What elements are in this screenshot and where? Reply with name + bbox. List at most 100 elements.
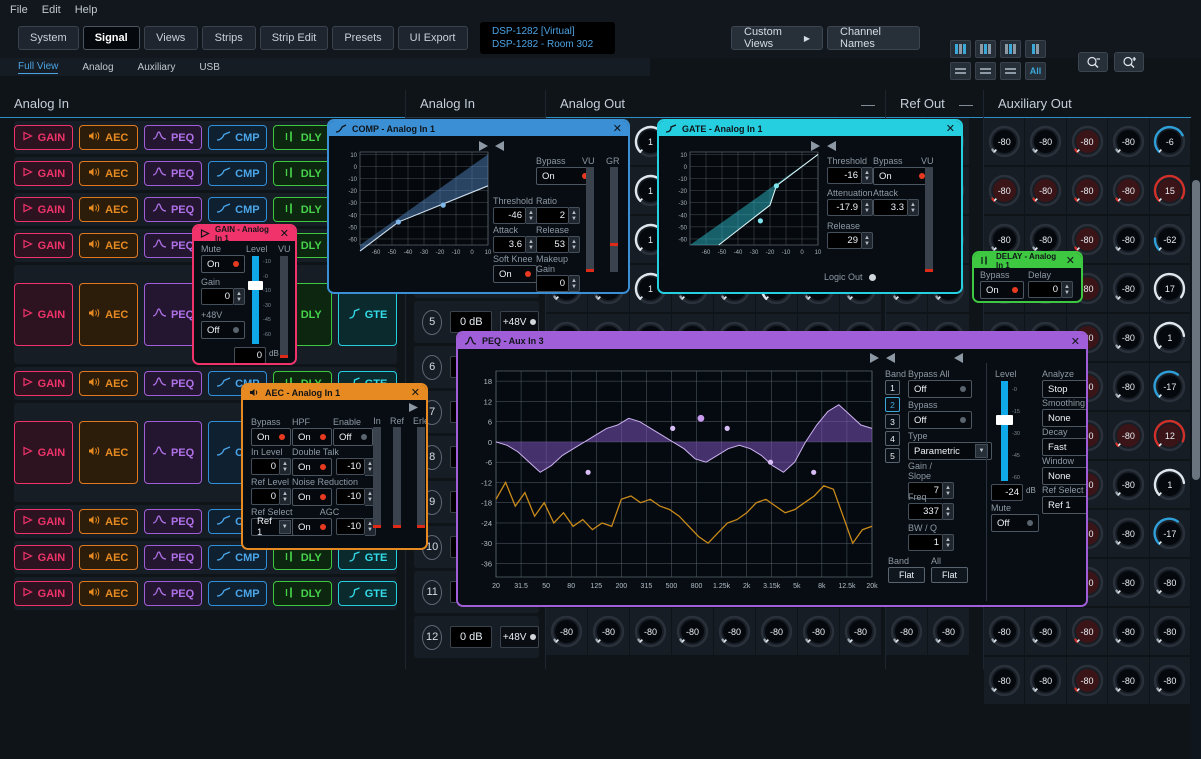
gain-dialog-titlebar[interactable]: GAIN - Analog In 1 ✕ xyxy=(194,226,295,243)
knob-cell[interactable]: -80 xyxy=(984,118,1025,165)
peq-band-button-1[interactable]: 1 xyxy=(885,380,900,395)
level-knob[interactable]: 12 xyxy=(1153,419,1186,452)
strip-block-dly[interactable]: DLY xyxy=(273,581,333,606)
stepper-arrows-icon[interactable]: ▲ ▼ xyxy=(280,488,291,505)
knob-cell[interactable]: -80 xyxy=(1108,412,1149,459)
level-knob[interactable]: -80 xyxy=(676,615,709,648)
gain-gain-stepper[interactable]: 0 ▲ ▼ xyxy=(201,288,245,305)
aec-noise-reduction-stepper[interactable]: -10 ▲ ▼ xyxy=(336,488,376,506)
knob-cell[interactable]: -80 xyxy=(1108,216,1149,263)
peq-bypass-toggle[interactable]: Off xyxy=(908,411,972,429)
gate-release-stepper[interactable]: 29 ▲ ▼ xyxy=(827,232,873,249)
knob-cell[interactable]: -80 xyxy=(1066,657,1108,704)
aec-agc-toggle[interactable]: On xyxy=(292,518,332,536)
strip-block-aec[interactable]: AEC xyxy=(78,421,138,484)
channel-phantom-toggle[interactable]: +48V xyxy=(500,626,539,648)
comp-ratio-value[interactable]: 2 xyxy=(536,207,569,224)
aec-agc-value[interactable]: -10 xyxy=(336,518,365,535)
knob-cell[interactable]: -80 xyxy=(984,167,1025,214)
knob-cell[interactable]: -80 xyxy=(756,608,797,655)
view-layout-6-button[interactable] xyxy=(975,62,996,80)
level-knob[interactable]: -80 xyxy=(1112,125,1145,158)
tab-strip-edit[interactable]: Strip Edit xyxy=(259,26,329,50)
strip-block-dly[interactable]: DLY xyxy=(273,197,333,222)
peq-level-fader-handle[interactable] xyxy=(996,415,1013,425)
comp-ratio-stepper[interactable]: 2 ▲ ▼ xyxy=(536,207,580,224)
knob-cell[interactable]: -80 xyxy=(840,608,881,655)
knob-cell[interactable]: -80 xyxy=(672,608,713,655)
strip-block-gain[interactable]: GAIN xyxy=(14,545,73,570)
comp-threshold-stepper[interactable]: -46 ▲ ▼ xyxy=(493,207,537,224)
delay-dialog-titlebar[interactable]: DELAY - Analog In 1 ✕ xyxy=(974,253,1081,270)
level-knob[interactable]: -80 xyxy=(890,615,923,648)
aec-double-talk-value[interactable]: -10 xyxy=(336,458,365,475)
strip-block-gain[interactable]: GAIN xyxy=(14,581,73,606)
gain-dialog[interactable]: GAIN - Analog In 1 ✕ Mute On Gain 0 ▲ ▼ +4… xyxy=(192,224,297,365)
strip-block-peq[interactable]: PEQ xyxy=(143,197,203,222)
knob-cell[interactable]: -80 xyxy=(1108,118,1149,165)
peq-freq-value[interactable]: 337 xyxy=(908,503,943,520)
level-knob[interactable]: -80 xyxy=(1153,615,1186,648)
knob-cell[interactable]: -80 xyxy=(984,657,1025,704)
knob-cell[interactable]: -17 xyxy=(1149,510,1191,557)
level-knob[interactable]: -80 xyxy=(988,615,1021,648)
aec-double-talk-toggle[interactable]: On xyxy=(292,458,332,476)
tab-presets[interactable]: Presets xyxy=(332,26,394,50)
comp-release-stepper[interactable]: 53 ▲ ▼ xyxy=(536,236,580,253)
strip-block-dly[interactable]: DLY xyxy=(273,125,333,150)
peq-bwq-stepper[interactable]: 1 ▲ ▼ xyxy=(908,534,956,551)
view-layout-7-button[interactable] xyxy=(1000,62,1021,80)
strip-block-aec[interactable]: AEC xyxy=(78,509,138,534)
level-knob[interactable]: -80 xyxy=(844,615,877,648)
knob-cell[interactable]: -80 xyxy=(984,608,1025,655)
level-knob[interactable]: -80 xyxy=(1112,223,1145,256)
aec-dialog[interactable]: AEC - Analog In 1 ✕ Bypass On HPF On Ena… xyxy=(241,383,428,550)
aec-ref-level-stepper[interactable]: 0 ▲ ▼ xyxy=(251,488,291,505)
knob-cell[interactable]: -80 xyxy=(1108,608,1149,655)
strip-block-peq[interactable]: PEQ xyxy=(143,545,203,570)
strip-block-aec[interactable]: AEC xyxy=(78,283,138,346)
level-knob[interactable]: 1 xyxy=(1153,321,1186,354)
peq-smoothing-dropdown[interactable]: None▼ xyxy=(1042,409,1086,427)
view-layout-3-button[interactable] xyxy=(1000,40,1021,58)
aec-in-level-value[interactable]: 0 xyxy=(251,458,280,475)
close-icon[interactable]: ✕ xyxy=(280,227,289,240)
strip-block-gain[interactable]: GAIN xyxy=(14,233,73,258)
gate-dialog-titlebar[interactable]: GATE - Analog In 1 ✕ xyxy=(659,121,961,136)
level-knob[interactable]: -6 xyxy=(1153,125,1186,158)
comp-dialog[interactable]: COMP - Analog In 1 ✕ 10 0 -10 -20 -30 -40 -50 -… xyxy=(327,119,630,294)
comp-makeup-stepper[interactable]: 0 ▲ ▼ xyxy=(536,275,580,292)
stepper-arrows-icon[interactable]: ▲ ▼ xyxy=(908,199,919,216)
knob-cell[interactable]: -80 xyxy=(714,608,755,655)
level-knob[interactable]: 1 xyxy=(1153,468,1186,501)
level-knob[interactable]: -80 xyxy=(802,615,835,648)
aec-double-talk-stepper[interactable]: -10 ▲ ▼ xyxy=(336,458,376,476)
peq-dialog[interactable]: PEQ - Aux In 3 ✕ 18 12 6 0 -6 -12 -18 -24 -30 -36… xyxy=(456,331,1088,607)
peq-bwq-value[interactable]: 1 xyxy=(908,534,943,551)
collapse-icon[interactable]: — xyxy=(861,96,875,112)
comp-attack-value[interactable]: 3.6 xyxy=(493,236,526,253)
knob-cell[interactable]: -80 xyxy=(928,608,969,655)
close-icon[interactable]: ✕ xyxy=(946,122,955,135)
close-icon[interactable]: ✕ xyxy=(411,386,420,399)
level-knob[interactable]: -80 xyxy=(550,615,583,648)
aec-noise-reduction-value[interactable]: -10 xyxy=(336,488,365,505)
aec-hpf-toggle[interactable]: On xyxy=(292,428,332,446)
chevron-down-icon[interactable]: ▼ xyxy=(278,520,291,534)
level-knob[interactable]: -80 xyxy=(1112,174,1145,207)
aec-bypass-toggle[interactable]: On xyxy=(251,428,291,446)
strip-block-aec[interactable]: AEC xyxy=(78,371,138,396)
strip-block-peq[interactable]: PEQ xyxy=(143,581,203,606)
level-knob[interactable]: -80 xyxy=(634,615,667,648)
knob-cell[interactable]: -80 xyxy=(1108,559,1149,606)
aec-enable-toggle[interactable]: Off xyxy=(333,428,373,446)
stepper-arrows-icon[interactable]: ▲ ▼ xyxy=(862,199,873,216)
close-icon[interactable]: ✕ xyxy=(613,122,622,135)
view-layout-all-button[interactable]: All xyxy=(1025,62,1046,80)
view-layout-4-button[interactable] xyxy=(1025,40,1046,58)
knob-cell[interactable]: -6 xyxy=(1149,118,1191,165)
peq-dialog-titlebar[interactable]: PEQ - Aux In 3 ✕ xyxy=(458,333,1086,349)
gain-phantom-toggle[interactable]: Off xyxy=(201,321,245,339)
knob-cell[interactable]: -80 xyxy=(1149,608,1191,655)
custom-views-button[interactable]: Custom Views ▶ xyxy=(731,26,823,50)
